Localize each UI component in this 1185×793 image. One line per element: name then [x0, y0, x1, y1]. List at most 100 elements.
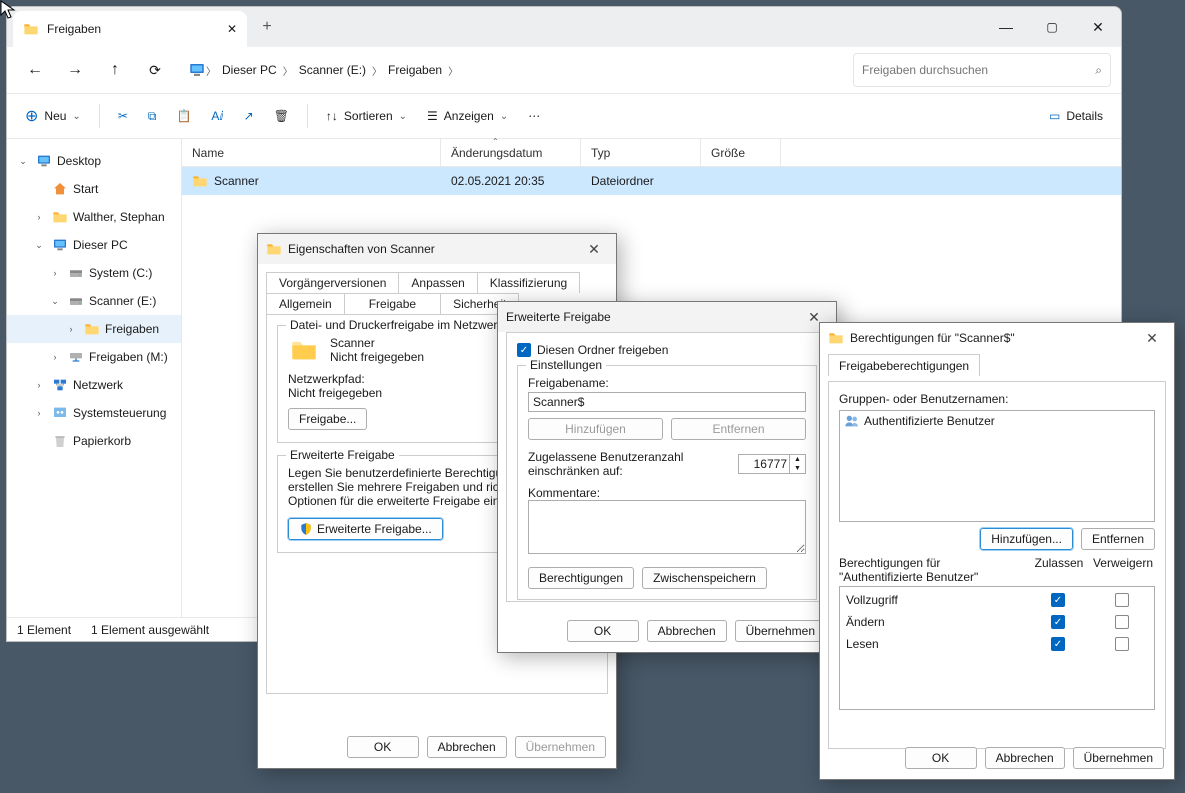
deny-header: Verweigern: [1091, 556, 1155, 584]
cancel-button[interactable]: Abbrechen: [985, 747, 1065, 769]
permissions-button[interactable]: Berechtigungen: [528, 567, 634, 589]
tab-freigaben[interactable]: Freigaben ✕: [13, 11, 247, 47]
ok-button[interactable]: OK: [567, 620, 639, 642]
tab-prev[interactable]: Vorgängerversionen: [266, 272, 399, 293]
bc-this-pc[interactable]: Dieser PC: [216, 54, 283, 86]
col-size[interactable]: Größe: [701, 139, 781, 166]
details-button[interactable]: ▭Details: [1041, 99, 1111, 133]
user-limit-spinner[interactable]: ▲▼: [738, 454, 806, 474]
dialog-titlebar[interactable]: Berechtigungen für "Scanner$" ✕: [820, 323, 1174, 353]
dialog-titlebar[interactable]: Eigenschaften von Scanner ✕: [258, 234, 616, 264]
more-button[interactable]: ⋯: [520, 99, 548, 133]
sort-indicator-icon: ⌃: [492, 137, 499, 146]
search-input[interactable]: [862, 63, 1095, 77]
tree-freigaben[interactable]: ›Freigaben: [7, 315, 181, 343]
deny-checkbox[interactable]: [1115, 637, 1129, 651]
tree-freigabenm[interactable]: ›Freigaben (M:): [7, 343, 181, 371]
new-button[interactable]: ⊕Neu⌄: [17, 99, 89, 133]
add-button[interactable]: Hinzufügen: [528, 418, 663, 440]
tab-custom[interactable]: Anpassen: [398, 272, 477, 293]
sort-button[interactable]: ↑↓Sortieren⌄: [318, 99, 415, 133]
close-tab-icon[interactable]: ✕: [227, 22, 237, 36]
rename-button[interactable]: Aⅈ: [203, 99, 231, 133]
pc-icon: [52, 237, 68, 253]
file-row[interactable]: Scanner 02.05.2021 20:35 Dateiordner: [182, 167, 1121, 195]
chevron-right-icon[interactable]: 〉: [206, 63, 216, 78]
apply-button[interactable]: Übernehmen: [1073, 747, 1164, 769]
users-list[interactable]: Authentifizierte Benutzer: [839, 410, 1155, 522]
caching-button[interactable]: Zwischenspeichern: [642, 567, 767, 589]
advanced-share-button[interactable]: Erweiterte Freigabe...: [288, 518, 443, 540]
refresh-button[interactable]: ⟳: [137, 53, 173, 87]
add-tab-button[interactable]: +: [247, 7, 287, 47]
cancel-button[interactable]: Abbrechen: [647, 620, 727, 642]
up-button[interactable]: ↑: [97, 53, 133, 87]
delete-button[interactable]: 🗑: [266, 99, 297, 133]
permissions-list: Vollzugriff ✓ Ändern ✓ Lesen ✓: [839, 586, 1155, 710]
tab-general[interactable]: Allgemein: [266, 293, 345, 314]
share-folder-checkbox[interactable]: ✓ Diesen Ordner freigeben: [517, 343, 817, 357]
view-button[interactable]: ☰Anzeigen⌄: [419, 99, 516, 133]
chevron-right-icon[interactable]: 〉: [283, 63, 293, 78]
forward-button[interactable]: →: [57, 53, 93, 87]
spin-up-icon[interactable]: ▲: [790, 455, 805, 464]
chevron-right-icon[interactable]: 〉: [372, 63, 382, 78]
copy-button[interactable]: ⧉: [140, 99, 165, 133]
close-icon[interactable]: ✕: [1138, 330, 1166, 347]
limit-input[interactable]: [738, 454, 790, 474]
deny-checkbox[interactable]: [1115, 615, 1129, 629]
tree-user[interactable]: ›Walther, Stephan: [7, 203, 181, 231]
tab-class[interactable]: Klassifizierung: [477, 272, 580, 293]
col-type[interactable]: Typ: [581, 139, 701, 166]
allow-checkbox[interactable]: ✓: [1051, 593, 1065, 607]
comments-input[interactable]: [528, 500, 806, 554]
col-name[interactable]: Name: [182, 139, 441, 166]
ok-button[interactable]: OK: [905, 747, 977, 769]
deny-checkbox[interactable]: [1115, 593, 1129, 607]
bc-freigaben[interactable]: Freigaben: [382, 54, 448, 86]
bc-scanner[interactable]: Scanner (E:): [293, 54, 372, 86]
tree-recycle[interactable]: Papierkorb: [7, 427, 181, 455]
tree-start[interactable]: Start: [7, 175, 181, 203]
ok-button[interactable]: OK: [347, 736, 419, 758]
apply-button[interactable]: Übernehmen: [735, 620, 826, 642]
search-icon[interactable]: ⌕: [1095, 63, 1102, 78]
allow-checkbox[interactable]: ✓: [1051, 615, 1065, 629]
paste-button[interactable]: 📋: [168, 99, 199, 133]
back-button[interactable]: ←: [17, 53, 53, 87]
share-button[interactable]: Freigabe...: [288, 408, 367, 430]
breadcrumb[interactable]: 〉 Dieser PC 〉 Scanner (E:) 〉 Freigaben 〉: [183, 53, 843, 87]
col-date[interactable]: Änderungsdatum: [441, 139, 581, 166]
tree-desktop[interactable]: ⌄Desktop: [7, 147, 181, 175]
chevron-right-icon[interactable]: 〉: [448, 63, 458, 78]
tab-share[interactable]: Freigabe: [344, 293, 441, 314]
tree-thispc[interactable]: ⌄Dieser PC: [7, 231, 181, 259]
maximize-button[interactable]: ▢: [1029, 7, 1075, 47]
sharename-input[interactable]: [528, 392, 806, 412]
folder-icon: [288, 336, 320, 364]
cut-button[interactable]: ✂: [110, 99, 136, 133]
cancel-button[interactable]: Abbrechen: [427, 736, 507, 758]
dialog-titlebar[interactable]: Erweiterte Freigabe ✕: [498, 302, 836, 332]
search-box[interactable]: ⌕: [853, 53, 1111, 87]
close-icon[interactable]: ✕: [580, 241, 608, 258]
share-button[interactable]: ↗: [236, 99, 262, 133]
add-user-button[interactable]: Hinzufügen...: [980, 528, 1073, 550]
dialog-footer: OK Abbrechen Übernehmen: [905, 747, 1164, 769]
list-item[interactable]: Authentifizierte Benutzer: [840, 411, 1154, 431]
tree-sysc[interactable]: ›System (C:): [7, 259, 181, 287]
apply-button[interactable]: Übernehmen: [515, 736, 606, 758]
tree-control[interactable]: ›Systemsteuerung: [7, 399, 181, 427]
spin-down-icon[interactable]: ▼: [790, 464, 805, 473]
close-button[interactable]: ✕: [1075, 7, 1121, 47]
remove-user-button[interactable]: Entfernen: [1081, 528, 1155, 550]
netdrive-icon: [68, 349, 84, 365]
tree-scannere[interactable]: ⌄Scanner (E:): [7, 287, 181, 315]
remove-button[interactable]: Entfernen: [671, 418, 806, 440]
tab-share-permissions[interactable]: Freigabeberechtigungen: [828, 354, 980, 376]
delete-icon: 🗑: [274, 109, 289, 123]
minimize-button[interactable]: —: [983, 7, 1029, 47]
rename-icon: Aⅈ: [211, 109, 223, 123]
tree-network[interactable]: ›Netzwerk: [7, 371, 181, 399]
allow-checkbox[interactable]: ✓: [1051, 637, 1065, 651]
